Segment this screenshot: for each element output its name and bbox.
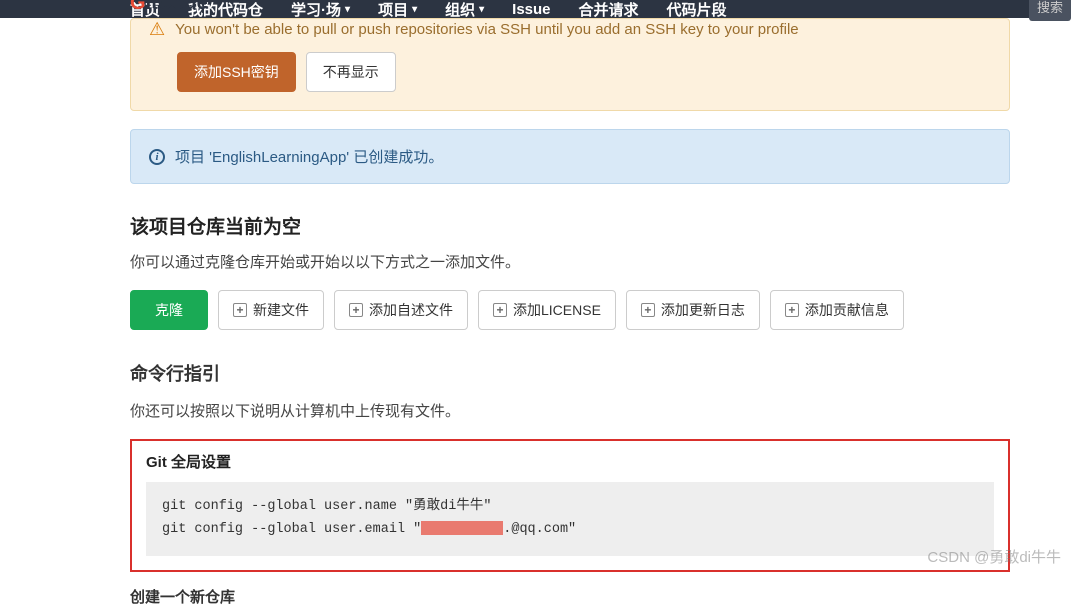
add-license-button[interactable]: +添加LICENSE xyxy=(478,290,616,330)
ssh-alert-text: You won't be able to pull or push reposi… xyxy=(175,21,799,38)
chevron-down-icon: ▾ xyxy=(479,4,484,15)
success-alert: i 项目 'EnglishLearningApp' 已创建成功。 xyxy=(130,129,1010,184)
new-file-button[interactable]: +新建文件 xyxy=(218,290,324,330)
empty-repo-subtitle: 你可以通过克隆仓库开始或开始以以下方式之一添加文件。 xyxy=(130,251,1010,272)
chevron-down-icon: ▾ xyxy=(412,4,417,15)
chevron-down-icon: ▾ xyxy=(345,4,350,15)
nav-project[interactable]: 项目 ▾ xyxy=(378,0,417,18)
add-contrib-button[interactable]: +添加贡献信息 xyxy=(770,290,904,330)
new-repo-label: 创建一个新仓库 xyxy=(130,586,1010,607)
plus-icon: + xyxy=(641,303,655,317)
add-readme-button[interactable]: +添加自述文件 xyxy=(334,290,468,330)
info-icon: i xyxy=(149,149,165,165)
nav-snippets[interactable]: 代码片段 xyxy=(667,0,727,18)
cmdline-subtitle: 你还可以按照以下说明从计算机中上传现有文件。 xyxy=(130,400,1010,421)
dismiss-button[interactable]: 不再显示 xyxy=(306,52,396,92)
git-global-label: Git 全局设置 xyxy=(146,451,994,472)
nav-issue[interactable]: Issue xyxy=(512,1,550,18)
code-block[interactable]: git config --global user.name "勇敢di牛牛" g… xyxy=(146,482,994,556)
action-row: 克隆 +新建文件 +添加自述文件 +添加LICENSE +添加更新日志 +添加贡… xyxy=(130,290,1010,330)
plus-icon: + xyxy=(349,303,363,317)
ssh-alert: ⚠ You won't be able to pull or push repo… xyxy=(130,18,1010,111)
nav-org[interactable]: 组织 ▾ xyxy=(445,0,484,18)
plus-icon: + xyxy=(493,303,507,317)
plus-icon: + xyxy=(233,303,247,317)
success-text: 项目 'EnglishLearningApp' 已创建成功。 xyxy=(175,146,443,167)
redacted-email xyxy=(421,521,503,535)
search-input[interactable]: 搜索 xyxy=(1029,0,1071,21)
plus-icon: + xyxy=(785,303,799,317)
clone-button[interactable]: 克隆 xyxy=(130,290,208,330)
add-changelog-button[interactable]: +添加更新日志 xyxy=(626,290,760,330)
cmdline-title: 命令行指引 xyxy=(130,360,1010,386)
empty-repo-title: 该项目仓库当前为空 xyxy=(130,212,1010,239)
warning-icon: ⚠ xyxy=(149,19,165,40)
highlight-box: Git 全局设置 git config --global user.name "… xyxy=(130,439,1010,572)
nav-learn[interactable]: 学习·场 ▾ xyxy=(291,0,350,18)
nav-merge[interactable]: 合并请求 xyxy=(579,0,639,18)
logo[interactable]: GitCode xyxy=(130,0,208,15)
add-ssh-key-button[interactable]: 添加SSH密钥 xyxy=(177,52,296,92)
